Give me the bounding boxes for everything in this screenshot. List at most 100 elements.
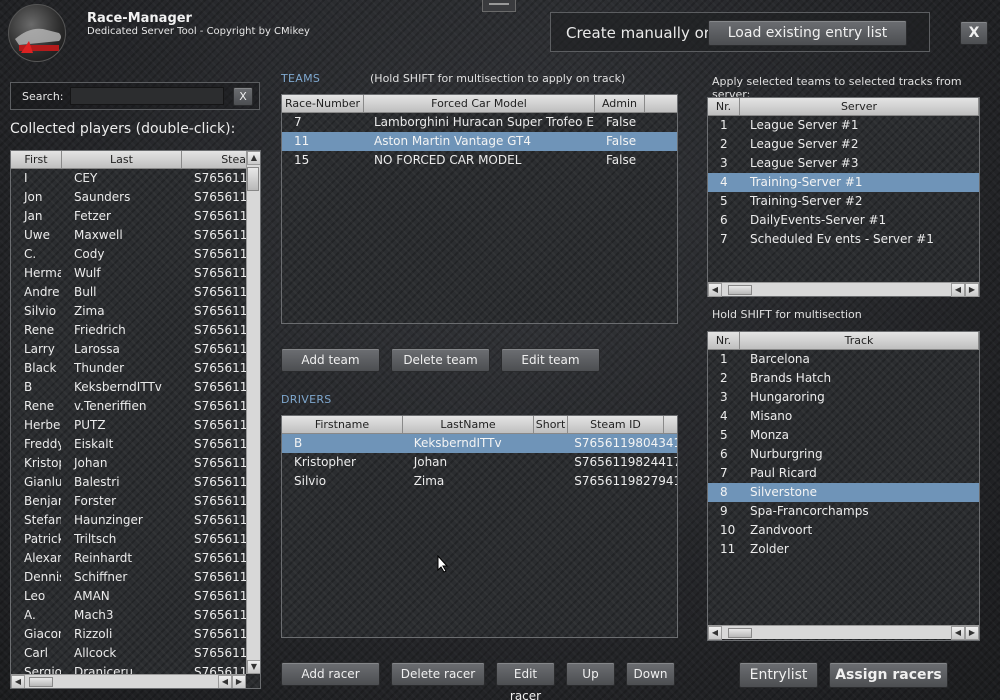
scroll-left-icon[interactable]: ◀	[11, 674, 25, 688]
down-button[interactable]: Down	[626, 662, 675, 686]
player-row[interactable]: B KeksberndITTv S7656119	[11, 378, 260, 397]
scroll-left-icon[interactable]: ◀	[708, 625, 722, 640]
player-row[interactable]: Rene Friedrich S7656119	[11, 321, 260, 340]
col-nr[interactable]: Nr.	[708, 332, 740, 349]
scroll-thumb[interactable]	[728, 627, 752, 638]
scroll-thumb[interactable]	[247, 167, 259, 191]
player-row[interactable]: Silvio Zima S7656119	[11, 302, 260, 321]
player-row[interactable]: Larry Larossa S7656119	[11, 340, 260, 359]
players-vscroll[interactable]: ▲ ▼	[246, 151, 260, 674]
entrylist-button[interactable]: Entrylist	[739, 662, 818, 688]
col-steam[interactable]: Stea	[182, 151, 247, 168]
assign-racers-button[interactable]: Assign racers	[829, 662, 948, 688]
edit-racer-button[interactable]: Edit racer	[496, 662, 555, 700]
server-row[interactable]: 5 Training-Server #2	[708, 192, 979, 211]
up-button[interactable]: Up	[566, 662, 615, 686]
player-row[interactable]: Patrick Triltsch S7656119	[11, 530, 260, 549]
player-row[interactable]: Herbert PUTZ S7656119	[11, 416, 260, 435]
tracks-hscroll[interactable]: ◀ ◀ ▶	[708, 625, 979, 640]
scroll-thumb[interactable]	[29, 676, 53, 687]
col-lastname[interactable]: LastName	[403, 416, 534, 433]
track-row[interactable]: 7 Paul Ricard	[708, 464, 979, 483]
player-row[interactable]: Black Thunder S7656119	[11, 359, 260, 378]
add-racer-button[interactable]: Add racer	[281, 662, 380, 686]
track-row[interactable]: 6 Nurburgring	[708, 445, 979, 464]
col-race-number[interactable]: Race-Number	[282, 95, 364, 112]
track-row[interactable]: 11 Zolder	[708, 540, 979, 559]
col-admin[interactable]: Admin	[595, 95, 645, 112]
player-row[interactable]: Stefan Haunzinger S7656119	[11, 511, 260, 530]
track-row[interactable]: 9 Spa-Francorchamps	[708, 502, 979, 521]
scroll-left-icon[interactable]: ◀	[218, 674, 232, 688]
teams-table[interactable]: Race-Number Forced Car Model Admin 7 Lamb…	[281, 94, 678, 324]
tracks-table[interactable]: Nr. Track 1 Barcelona 2 Brands Hatch 3 Hungar…	[707, 331, 980, 641]
player-row[interactable]: Jan Fetzer S7656119	[11, 207, 260, 226]
team-row[interactable]: 11 Aston Martin Vantage GT4 False	[282, 132, 677, 151]
col-server[interactable]: Server	[740, 98, 979, 115]
player-row[interactable]: Herman Wulf S7656119	[11, 264, 260, 283]
track-row[interactable]: 5 Monza	[708, 426, 979, 445]
player-row[interactable]: Benjam Forster S7656119	[11, 492, 260, 511]
driver-row[interactable]: Kristopher Johan S7656119824417	[282, 453, 677, 472]
driver-row[interactable]: Silvio Zima S7656119827941	[282, 472, 677, 491]
col-first[interactable]: First	[11, 151, 62, 168]
scroll-left-icon[interactable]: ◀	[708, 282, 722, 297]
search-input[interactable]	[70, 87, 224, 105]
team-row[interactable]: 7 Lamborghini Huracan Super Trofeo EVO2 Fa…	[282, 113, 677, 132]
server-row[interactable]: 1 League Server #1	[708, 116, 979, 135]
scroll-right-icon[interactable]: ▶	[232, 674, 246, 688]
load-entry-list-button[interactable]: Load existing entry list	[708, 20, 907, 46]
col-forced-car[interactable]: Forced Car Model	[364, 95, 595, 112]
player-row[interactable]: Andre Bull S7656119	[11, 283, 260, 302]
driver-row[interactable]: B KeksberndITTv S7656119804341	[282, 434, 677, 453]
player-row[interactable]: C. Cody S7656119	[11, 245, 260, 264]
search-clear-button[interactable]: X	[233, 87, 253, 106]
players-hscroll[interactable]: ◀ ◀ ▶	[11, 674, 246, 688]
drivers-table[interactable]: Firstname LastName Short Steam ID B Keksb…	[281, 415, 678, 638]
player-row[interactable]: Dennis Schiffner S7656119	[11, 568, 260, 587]
scroll-thumb[interactable]	[728, 284, 752, 295]
player-row[interactable]: Uwe Maxwell S7656119	[11, 226, 260, 245]
players-list[interactable]: First Last Stea I CEY S7656119 Jon Saunders S…	[10, 150, 261, 689]
col-short[interactable]: Short	[534, 416, 568, 433]
scroll-right-icon[interactable]: ▶	[965, 282, 979, 297]
player-row[interactable]: Carl Allcock S7656119	[11, 644, 260, 663]
edit-team-button[interactable]: Edit team	[501, 348, 600, 372]
col-last[interactable]: Last	[62, 151, 182, 168]
player-row[interactable]: Giacom Rizzoli S7656119	[11, 625, 260, 644]
player-row[interactable]: I CEY S7656119	[11, 169, 260, 188]
col-firstname[interactable]: Firstname	[282, 416, 403, 433]
track-row[interactable]: 3 Hungaroring	[708, 388, 979, 407]
player-row[interactable]: Kristop Johan S7656119	[11, 454, 260, 473]
track-row[interactable]: 4 Misano	[708, 407, 979, 426]
player-row[interactable]: Rene v.Teneriffien S7656119	[11, 397, 260, 416]
col-steam-id[interactable]: Steam ID	[568, 416, 664, 433]
servers-hscroll[interactable]: ◀ ◀ ▶	[708, 282, 979, 297]
server-row[interactable]: 7 Scheduled Ev ents - Server #1	[708, 230, 979, 249]
player-row[interactable]: A. Mach3 S7656119	[11, 606, 260, 625]
scroll-down-icon[interactable]: ▼	[247, 660, 260, 674]
player-row[interactable]: Gianluc Balestri S7656119	[11, 473, 260, 492]
team-row[interactable]: 15 NO FORCED CAR MODEL False	[282, 151, 677, 170]
scroll-left-icon[interactable]: ◀	[951, 282, 965, 297]
col-nr[interactable]: Nr.	[708, 98, 740, 115]
servers-table[interactable]: Nr. Server 1 League Server #1 2 League Serv…	[707, 97, 980, 297]
track-row[interactable]: 2 Brands Hatch	[708, 369, 979, 388]
track-row[interactable]: 10 Zandvoort	[708, 521, 979, 540]
player-row[interactable]: Jon Saunders S7656119	[11, 188, 260, 207]
col-track[interactable]: Track	[740, 332, 979, 349]
server-row[interactable]: 4 Training-Server #1	[708, 173, 979, 192]
scroll-right-icon[interactable]: ▶	[965, 625, 979, 640]
add-team-button[interactable]: Add team	[281, 348, 380, 372]
scroll-up-icon[interactable]: ▲	[247, 151, 260, 165]
delete-racer-button[interactable]: Delete racer	[391, 662, 485, 686]
player-row[interactable]: Alexanc Reinhardt S7656119	[11, 549, 260, 568]
scroll-left-icon[interactable]: ◀	[951, 625, 965, 640]
track-row[interactable]: 1 Barcelona	[708, 350, 979, 369]
player-row[interactable]: Freddy Eiskalt S7656119	[11, 435, 260, 454]
server-row[interactable]: 6 DailyEvents-Server #1	[708, 211, 979, 230]
track-row[interactable]: 8 Silverstone	[708, 483, 979, 502]
delete-team-button[interactable]: Delete team	[391, 348, 490, 372]
close-button[interactable]: X	[960, 21, 988, 45]
server-row[interactable]: 2 League Server #2	[708, 135, 979, 154]
